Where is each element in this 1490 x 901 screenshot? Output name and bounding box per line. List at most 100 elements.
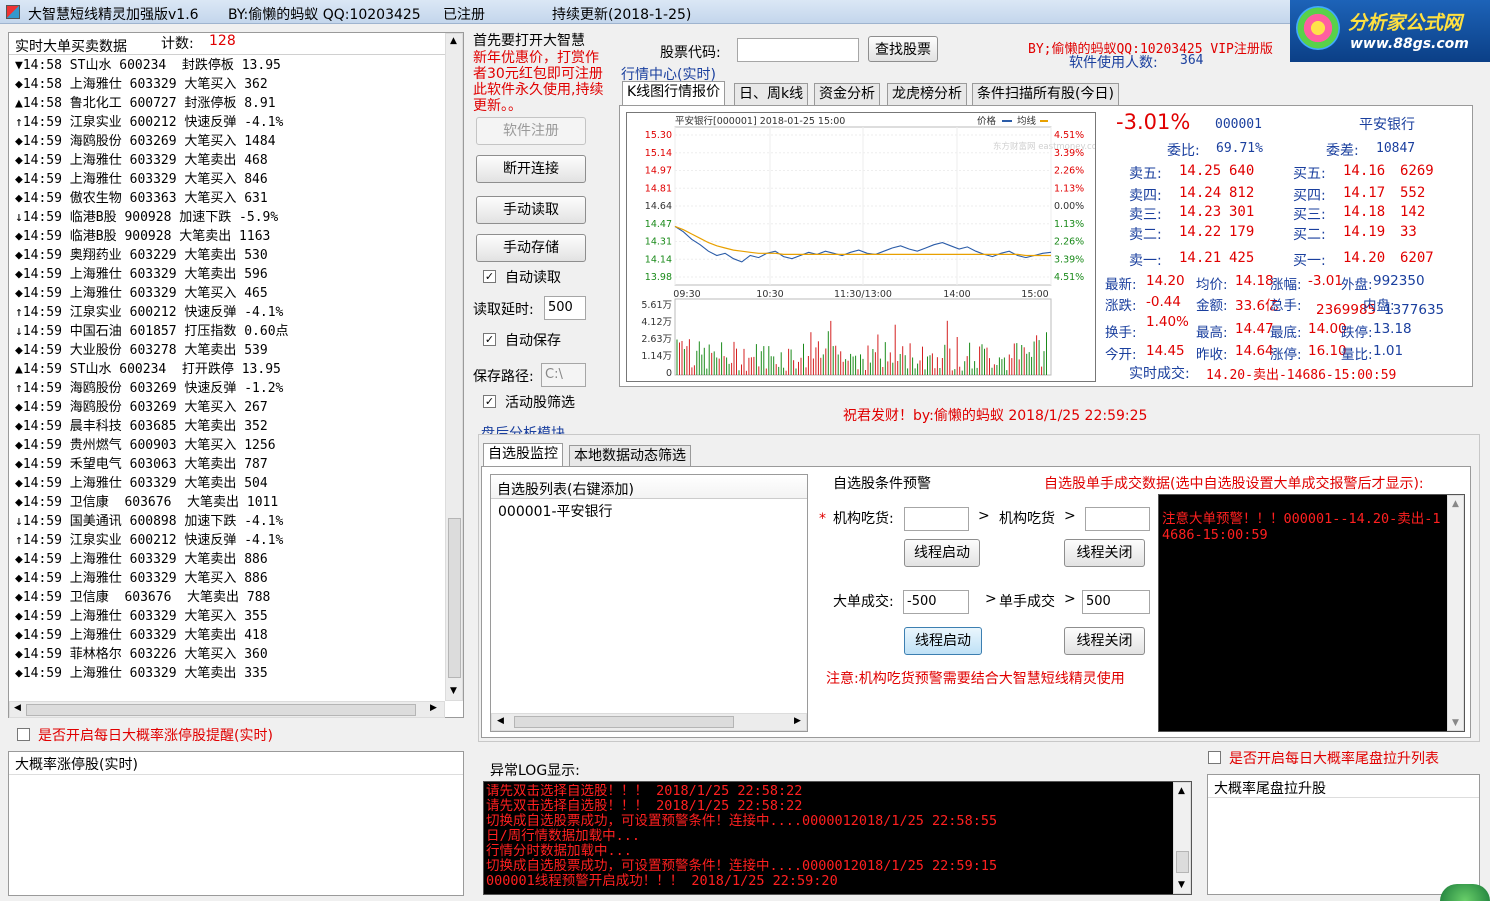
watchlist-hscroll-thumb[interactable]	[514, 716, 734, 728]
scroll-left-icon[interactable]: ◀	[497, 716, 504, 726]
manual-save-button[interactable]: 手动存储	[476, 234, 586, 262]
feed-row[interactable]: ◆14:59 贵州燃气 600903 大笔买入 1256	[15, 436, 276, 455]
watchlist[interactable]: 自选股列表(右键添加) 000001-平安银行 ◀ ▶	[490, 474, 808, 732]
scroll-down-icon[interactable]: ▼	[1178, 880, 1185, 890]
feed-hscroll-thumb[interactable]	[26, 704, 416, 716]
inst-buy-input-1[interactable]	[904, 507, 969, 531]
feed-row[interactable]: ◆14:59 上海雅仕 603329 大笔买入 465	[15, 284, 268, 303]
scroll-down-icon[interactable]: ▼	[1452, 718, 1459, 728]
feed-row[interactable]: ↑14:59 海鸥股份 603269 快速反弹 -1.2%	[15, 379, 283, 398]
tab-local-filter[interactable]: 本地数据动态筛选	[569, 445, 691, 467]
scroll-up-icon[interactable]: ▲	[1452, 499, 1459, 509]
scroll-down-icon[interactable]: ▼	[450, 686, 457, 696]
feed-row[interactable]: ◆14:59 上海雅仕 603329 大笔买入 886	[15, 569, 268, 588]
last-trade-value: 14.20-卖出-14686-15:00:59	[1206, 368, 1397, 383]
active-filter-checkbox[interactable]: ✓	[483, 395, 496, 408]
tail-list[interactable]: 大概率尾盘拉升股	[1207, 774, 1480, 895]
feed-row[interactable]: ◆14:59 傲农生物 603363 大笔买入 631	[15, 189, 268, 208]
thread-start-button-1[interactable]: 线程启动	[904, 539, 980, 567]
feed-row[interactable]: ◆14:59 卫信康 603676 大笔卖出 1011	[15, 493, 278, 512]
feed-row[interactable]: ◆14:59 禾望电气 603063 大笔卖出 787	[15, 455, 268, 474]
buy-vol: 142	[1400, 204, 1426, 220]
feed-row[interactable]: ▼14:58 ST山水 600234 封跌停板 13.95	[15, 56, 281, 75]
tab-market-3[interactable]: 龙虎榜分析	[887, 83, 967, 105]
scroll-up-icon[interactable]: ▲	[1178, 786, 1185, 796]
feed-row[interactable]: ◆14:59 上海雅仕 603329 大笔卖出 468	[15, 151, 268, 170]
feed-row[interactable]: ◆14:58 上海雅仕 603329 大笔买入 362	[15, 75, 268, 94]
thread-start-button-2[interactable]: 线程启动	[904, 627, 982, 655]
limit-up-checkbox[interactable]	[17, 728, 30, 741]
tab-market-0[interactable]: K线图行情报价	[622, 81, 726, 105]
feed-row[interactable]: ◆14:59 奥翔药业 603229 大笔卖出 530	[15, 246, 268, 265]
read-delay-label: 读取延时:	[473, 302, 534, 318]
log-vscroll-thumb[interactable]	[1176, 851, 1189, 873]
big-deal-input[interactable]: -500	[903, 590, 969, 614]
feed-hscrollbar[interactable]: ◀ ▶	[9, 701, 445, 718]
tab-watchlist[interactable]: 自选股监控	[483, 443, 563, 467]
thread-stop-button-2[interactable]: 线程关闭	[1064, 627, 1145, 655]
inst-buy-input-2[interactable]	[1085, 507, 1150, 531]
stat-label: 换手:	[1105, 325, 1137, 341]
scroll-left-icon[interactable]: ◀	[14, 703, 21, 713]
find-stock-button[interactable]: 查找股票	[868, 36, 938, 62]
save-path-input[interactable]: C:\	[541, 363, 586, 387]
tail-checkbox[interactable]	[1208, 751, 1221, 764]
feed-row[interactable]: ↓14:59 中国石油 601857 打压指数 0.60点	[15, 322, 289, 341]
feed-row[interactable]: ◆14:59 上海雅仕 603329 大笔卖出 504	[15, 474, 268, 493]
disconnect-button[interactable]: 断开连接	[476, 155, 586, 183]
feed-vscroll-thumb[interactable]	[448, 518, 461, 678]
tab-market-2[interactable]: 资金分析	[814, 83, 880, 105]
feed-row[interactable]: ▲14:58 鲁北化工 600727 封涨停板 8.91	[15, 94, 276, 113]
corner-ball-icon	[1440, 884, 1490, 901]
log-vscrollbar[interactable]: ▲ ▼	[1173, 782, 1191, 894]
feed-row[interactable]: ◆14:59 上海雅仕 603329 大笔卖出 886	[15, 550, 268, 569]
active-filter-label: 活动股筛选	[505, 395, 575, 411]
manual-read-button[interactable]: 手动读取	[476, 196, 586, 224]
feed-row[interactable]: ◆14:59 菲林格尔 603226 大笔买入 360	[15, 645, 268, 664]
scroll-right-icon[interactable]: ▶	[794, 716, 801, 726]
feed-row[interactable]: ◆14:59 卫信康 603676 大笔卖出 788	[15, 588, 270, 607]
feed-row[interactable]: ◆14:59 上海雅仕 603329 大笔卖出 335	[15, 664, 268, 683]
feed-row-icon: ↓	[15, 514, 23, 529]
alert-vscrollbar[interactable]: ▲ ▼	[1447, 495, 1464, 731]
feed-row-icon: ◆	[15, 248, 23, 263]
auto-read-checkbox[interactable]: ✓	[483, 270, 496, 283]
feed-row[interactable]: ◆14:59 上海雅仕 603329 大笔卖出 418	[15, 626, 268, 645]
buy-price: 14.16	[1343, 163, 1386, 179]
feed-row[interactable]: ▲14:59 ST山水 600234 打开跌停 13.95	[15, 360, 281, 379]
feed-row[interactable]: ↓14:59 临港B股 900928 加速下跌 -5.9%	[15, 208, 278, 227]
single-deal-input[interactable]: 500	[1082, 590, 1150, 614]
feed-row[interactable]: ↑14:59 江泉实业 600212 快速反弹 -4.1%	[15, 113, 283, 132]
feed-row[interactable]: ◆14:59 大业股份 603278 大笔卖出 539	[15, 341, 268, 360]
log-line: 000001线程预警开启成功！！！ 2018/1/25 22:59:20	[486, 873, 838, 889]
y-tick-left: 15.14	[645, 148, 672, 159]
register-button[interactable]: 软件注册	[476, 117, 586, 145]
watchlist-item[interactable]: 000001-平安银行	[498, 501, 613, 521]
thread-stop-button-1[interactable]: 线程关闭	[1064, 539, 1145, 567]
feed-row[interactable]: ◆14:59 晨丰科技 603685 大笔卖出 352	[15, 417, 268, 436]
limit-up-list[interactable]: 大概率涨停股(实时)	[8, 751, 464, 896]
auto-save-checkbox[interactable]: ✓	[483, 333, 496, 346]
watchlist-hscrollbar[interactable]: ◀ ▶	[491, 713, 807, 731]
feed-row-text: 14:59 海鸥股份 603269 大笔买入 267	[22, 400, 268, 415]
feed-row[interactable]: ↓14:59 国美通讯 600898 加速下跌 -4.1%	[15, 512, 283, 531]
read-delay-input[interactable]: 500	[544, 296, 586, 320]
feed-row[interactable]: ◆14:59 上海雅仕 603329 大笔买入 846	[15, 170, 268, 189]
feed-row[interactable]: ◆14:59 海鸥股份 603269 大笔买入 267	[15, 398, 268, 417]
scroll-right-icon[interactable]: ▶	[430, 703, 437, 713]
feed-row[interactable]: ◆14:59 海鸥股份 603269 大笔买入 1484	[15, 132, 276, 151]
gt-sign: >	[1064, 508, 1076, 524]
feed-row-icon: ↑	[15, 115, 23, 130]
feed-row[interactable]: ◆14:59 临港B股 900928 大笔卖出 1163	[15, 227, 270, 246]
y-tick-left: 14.81	[645, 183, 672, 194]
feed-row[interactable]: ↑14:59 江泉实业 600212 快速反弹 -4.1%	[15, 531, 283, 550]
feed-vscrollbar[interactable]: ▲ ▼	[445, 33, 463, 701]
feed-row[interactable]: ◆14:59 上海雅仕 603329 大笔买入 355	[15, 607, 268, 626]
stock-code-input[interactable]	[737, 38, 859, 62]
feed-row[interactable]: ↑14:59 江泉实业 600212 快速反弹 -4.1%	[15, 303, 283, 322]
tab-market-1[interactable]: 日、周k线	[734, 83, 809, 105]
feed-row[interactable]: ◆14:59 上海雅仕 603329 大笔卖出 596	[15, 265, 268, 284]
scroll-up-icon[interactable]: ▲	[450, 36, 457, 46]
feed-row-text: 14:59 海鸥股份 603269 大笔买入 1484	[22, 134, 276, 149]
tab-market-4[interactable]: 条件扫描所有股(今日)	[972, 83, 1119, 105]
